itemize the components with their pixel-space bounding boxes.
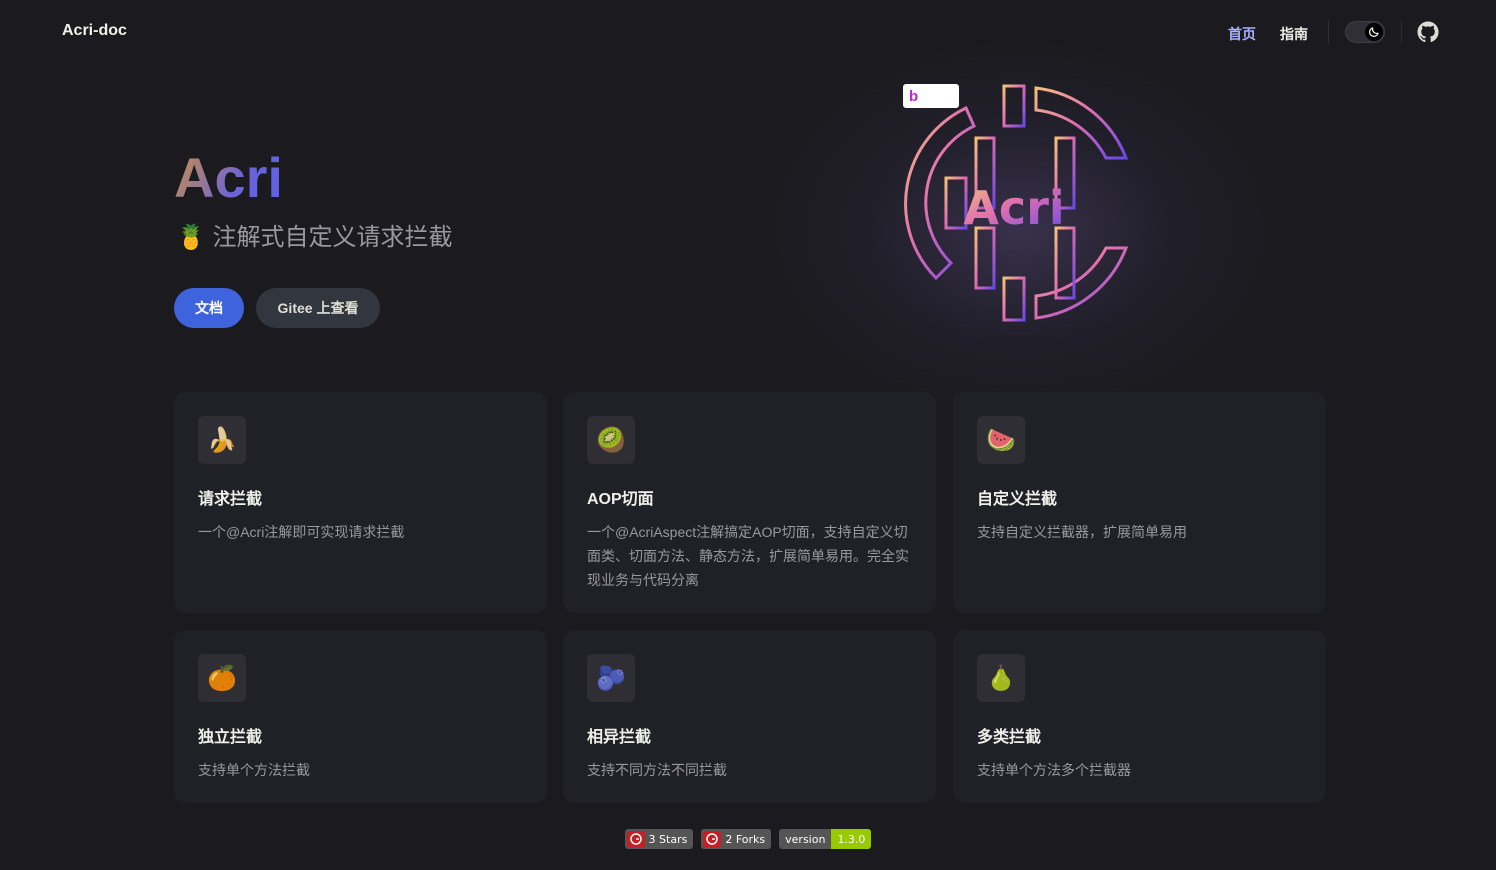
theme-toggle[interactable] [1345,21,1385,43]
feature-details: 支持自定义拦截器，扩展简单易用 [977,524,1187,540]
kiwi-icon: 🥝 [587,416,635,464]
pear-icon: 🍐 [977,654,1025,702]
forks-count: 2 Forks [725,832,766,846]
hero-tagline: 🍍 注解式自定义请求拦截 [176,224,453,251]
gitee-icon [626,831,645,847]
version-badge[interactable]: version 1.3.0 [779,829,872,849]
forks-badge[interactable]: 2 Forks [701,829,772,849]
feature-card[interactable]: 🍌 请求拦截 一个@Acri注解即可实现请求拦截 [174,392,547,613]
orange-icon: 🍊 [198,654,246,702]
feature-card[interactable]: 🍐 多类拦截 支持单个方法多个拦截器 [953,630,1326,803]
site-title-link[interactable]: Acri-doc [62,22,127,40]
feature-title: 相异拦截 [587,729,652,746]
nav-link-guide[interactable]: 指南 [1280,24,1308,44]
feature-details: 一个@Acri注解即可实现请求拦截 [198,524,405,540]
banana-icon: 🍌 [198,416,246,464]
feature-title: 多类拦截 [977,729,1042,746]
moon-icon [1365,23,1383,41]
watermelon-icon: 🍉 [977,416,1025,464]
feature-title: 独立拦截 [198,729,263,746]
repo-badges: 3 Stars 2 Forks version 1.3.0 [0,829,1496,849]
feature-details: 支持单个方法拦截 [198,762,310,778]
stars-count: 3 Stars [648,832,688,846]
stars-badge[interactable]: 3 Stars [624,829,694,849]
feature-card[interactable]: 🫐 相异拦截 支持不同方法不同拦截 [563,630,936,803]
github-icon[interactable] [1417,21,1439,43]
feature-card[interactable]: 🍉 自定义拦截 支持自定义拦截器，扩展简单易用 [953,392,1326,613]
acri-logo-image: Acri [904,84,1129,322]
gitee-icon [703,831,722,847]
version-value: 1.3.0 [831,829,872,849]
feature-title: 自定义拦截 [977,491,1058,508]
version-label: version [779,829,832,849]
blueberries-icon: 🫐 [587,654,635,702]
nav-divider [1401,20,1402,44]
top-nav: Acri-doc 首页 指南 [0,0,1496,64]
nav-link-home[interactable]: 首页 [1228,24,1256,44]
feature-card[interactable]: 🍊 独立拦截 支持单个方法拦截 [174,630,547,803]
feature-title: AOP切面 [587,491,654,508]
feature-title: 请求拦截 [198,491,263,508]
gitee-button[interactable]: Gitee 上查看 [256,288,380,328]
hero-name: Acri [174,146,283,209]
feature-card[interactable]: 🥝 AOP切面 一个@AcriAspect注解搞定AOP切面，支持自定义切面类、… [563,392,936,613]
feature-details: 支持不同方法不同拦截 [587,762,727,778]
logo-badge: b [903,84,959,108]
feature-details: 一个@AcriAspect注解搞定AOP切面，支持自定义切面类、切面方法、静态方… [587,524,909,588]
nav-divider [1328,20,1329,44]
logo-text: Acri [963,181,1064,235]
feature-details: 支持单个方法多个拦截器 [977,762,1131,778]
docs-button[interactable]: 文档 [174,288,244,328]
